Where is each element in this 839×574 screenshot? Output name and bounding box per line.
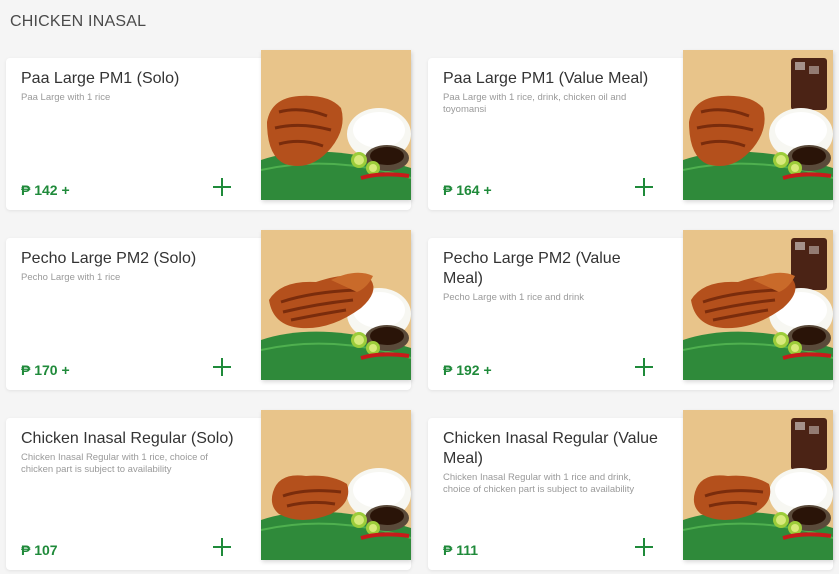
food-image[interactable]	[261, 50, 411, 200]
menu-item-card[interactable]: Chicken Inasal Regular (Value Meal) Chic…	[428, 410, 833, 570]
food-image[interactable]	[683, 410, 833, 560]
item-price: ₱ 111	[443, 542, 479, 558]
item-price: ₱ 170 +	[21, 362, 70, 378]
item-price: ₱ 192 +	[443, 362, 492, 378]
item-price: ₱ 142 +	[21, 182, 70, 198]
item-title: Chicken Inasal Regular (Solo)	[21, 430, 234, 447]
food-image[interactable]	[261, 410, 411, 560]
add-to-cart-plus-icon[interactable]	[635, 178, 653, 196]
food-image[interactable]	[683, 50, 833, 200]
add-to-cart-plus-icon[interactable]	[213, 178, 231, 196]
section-title: CHICKEN INASAL	[10, 13, 147, 30]
item-title: Pecho Large PM2 (Solo)	[21, 250, 197, 267]
menu-item-card[interactable]: Pecho Large PM2 (Solo) Pecho Large with …	[6, 230, 411, 390]
add-to-cart-plus-icon[interactable]	[213, 538, 231, 556]
item-description: Paa Large with 1 rice, drink, chicken oi…	[443, 92, 627, 115]
item-description: Pecho Large with 1 rice and drink	[443, 292, 584, 303]
menu-item-card[interactable]: Pecho Large PM2 (Value Meal) Pecho Large…	[428, 230, 833, 390]
menu-item-card[interactable]: Paa Large PM1 (Solo) Paa Large with 1 ri…	[6, 50, 411, 210]
item-title: Chicken Inasal Regular (Value Meal)	[443, 430, 658, 467]
item-description: Chicken Inasal Regular with 1 rice and d…	[443, 472, 635, 495]
item-title: Pecho Large PM2 (Value Meal)	[443, 250, 621, 287]
item-title: Paa Large PM1 (Value Meal)	[443, 70, 649, 87]
menu-item-card[interactable]: Chicken Inasal Regular (Solo) Chicken In…	[6, 410, 411, 570]
item-description: Pecho Large with 1 rice	[21, 272, 121, 283]
food-image[interactable]	[683, 230, 833, 380]
item-price: ₱ 107	[21, 542, 58, 558]
menu-item-card[interactable]: Paa Large PM1 (Value Meal) Paa Large wit…	[428, 50, 833, 210]
item-description: Chicken Inasal Regular with 1 rice, choi…	[21, 452, 208, 475]
item-price: ₱ 164 +	[443, 182, 492, 198]
item-description: Paa Large with 1 rice	[21, 92, 111, 103]
item-title: Paa Large PM1 (Solo)	[21, 70, 180, 87]
add-to-cart-plus-icon[interactable]	[635, 538, 653, 556]
food-image[interactable]	[261, 230, 411, 380]
add-to-cart-plus-icon[interactable]	[213, 358, 231, 376]
add-to-cart-plus-icon[interactable]	[635, 358, 653, 376]
